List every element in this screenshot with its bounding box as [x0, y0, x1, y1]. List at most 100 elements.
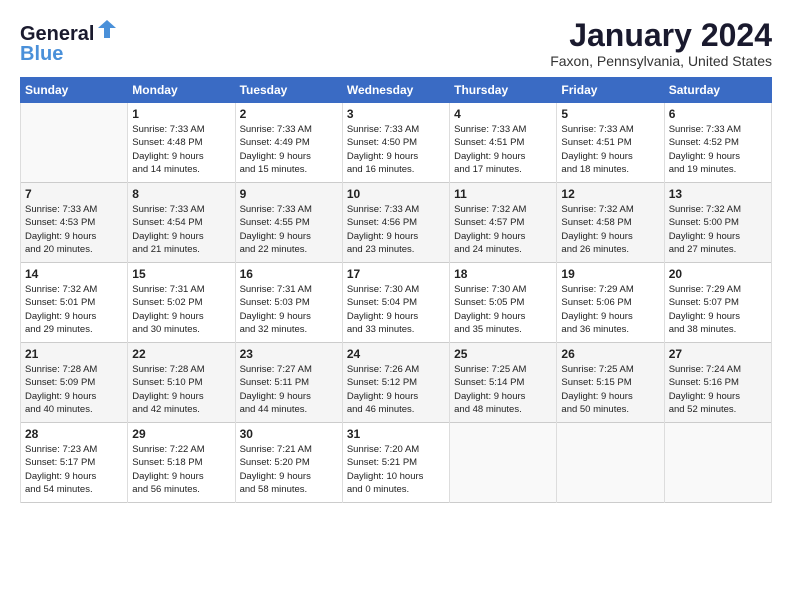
day-info: Sunrise: 7:32 AMSunset: 5:01 PMDaylight:… — [25, 283, 123, 336]
day-number: 12 — [561, 187, 659, 201]
calendar-cell: 17 Sunrise: 7:30 AMSunset: 5:04 PMDayligh… — [342, 263, 449, 343]
day-number: 15 — [132, 267, 230, 281]
day-info: Sunrise: 7:29 AMSunset: 5:06 PMDaylight:… — [561, 283, 659, 336]
day-number: 13 — [669, 187, 767, 201]
calendar-cell: 14 Sunrise: 7:32 AMSunset: 5:01 PMDayligh… — [21, 263, 128, 343]
day-number: 29 — [132, 427, 230, 441]
day-info: Sunrise: 7:28 AMSunset: 5:10 PMDaylight:… — [132, 363, 230, 416]
calendar-header-row: Sunday Monday Tuesday Wednesday Thursday… — [21, 78, 772, 103]
day-number: 19 — [561, 267, 659, 281]
day-number: 30 — [240, 427, 338, 441]
day-info: Sunrise: 7:23 AMSunset: 5:17 PMDaylight:… — [25, 443, 123, 496]
calendar-cell — [557, 423, 664, 503]
day-info: Sunrise: 7:31 AMSunset: 5:02 PMDaylight:… — [132, 283, 230, 336]
calendar-cell: 22 Sunrise: 7:28 AMSunset: 5:10 PMDayligh… — [128, 343, 235, 423]
logo: General Blue — [20, 18, 118, 64]
header-tuesday: Tuesday — [235, 78, 342, 103]
day-info: Sunrise: 7:31 AMSunset: 5:03 PMDaylight:… — [240, 283, 338, 336]
day-number: 2 — [240, 107, 338, 121]
title-block: January 2024 Faxon, Pennsylvania, United… — [550, 18, 772, 69]
day-info: Sunrise: 7:32 AMSunset: 4:58 PMDaylight:… — [561, 203, 659, 256]
day-number: 26 — [561, 347, 659, 361]
header-sunday: Sunday — [21, 78, 128, 103]
day-number: 5 — [561, 107, 659, 121]
calendar-week-row: 21 Sunrise: 7:28 AMSunset: 5:09 PMDayligh… — [21, 343, 772, 423]
calendar-cell: 5 Sunrise: 7:33 AMSunset: 4:51 PMDaylight… — [557, 103, 664, 183]
header: General Blue January 2024 Faxon, Pennsyl… — [20, 18, 772, 69]
day-number: 10 — [347, 187, 445, 201]
calendar-cell — [21, 103, 128, 183]
calendar-cell: 30 Sunrise: 7:21 AMSunset: 5:20 PMDayligh… — [235, 423, 342, 503]
day-number: 4 — [454, 107, 552, 121]
day-number: 22 — [132, 347, 230, 361]
calendar-cell: 6 Sunrise: 7:33 AMSunset: 4:52 PMDaylight… — [664, 103, 771, 183]
day-info: Sunrise: 7:33 AMSunset: 4:54 PMDaylight:… — [132, 203, 230, 256]
day-info: Sunrise: 7:33 AMSunset: 4:52 PMDaylight:… — [669, 123, 767, 176]
calendar-cell: 2Sunrise: 7:33 AMSunset: 4:49 PMDaylight… — [235, 103, 342, 183]
calendar-cell: 26Sunrise: 7:25 AMSunset: 5:15 PMDayligh… — [557, 343, 664, 423]
day-info: Sunrise: 7:30 AMSunset: 5:05 PMDaylight:… — [454, 283, 552, 336]
calendar-cell: 24Sunrise: 7:26 AMSunset: 5:12 PMDayligh… — [342, 343, 449, 423]
calendar-cell: 19 Sunrise: 7:29 AMSunset: 5:06 PMDayligh… — [557, 263, 664, 343]
day-number: 20 — [669, 267, 767, 281]
calendar-cell: 31 Sunrise: 7:20 AMSunset: 5:21 PMDayligh… — [342, 423, 449, 503]
day-info: Sunrise: 7:24 AMSunset: 5:16 PMDaylight:… — [669, 363, 767, 416]
day-info: Sunrise: 7:33 AMSunset: 4:51 PMDaylight:… — [561, 123, 659, 176]
day-number: 9 — [240, 187, 338, 201]
calendar-cell: 11 Sunrise: 7:32 AMSunset: 4:57 PMDayligh… — [450, 183, 557, 263]
day-info: Sunrise: 7:21 AMSunset: 5:20 PMDaylight:… — [240, 443, 338, 496]
day-info: Sunrise: 7:33 AMSunset: 4:48 PMDaylight:… — [132, 123, 230, 176]
day-number: 17 — [347, 267, 445, 281]
day-number: 8 — [132, 187, 230, 201]
day-number: 27 — [669, 347, 767, 361]
header-saturday: Saturday — [664, 78, 771, 103]
day-info: Sunrise: 7:28 AMSunset: 5:09 PMDaylight:… — [25, 363, 123, 416]
calendar-cell: 20Sunrise: 7:29 AMSunset: 5:07 PMDayligh… — [664, 263, 771, 343]
calendar-cell: 25 Sunrise: 7:25 AMSunset: 5:14 PMDayligh… — [450, 343, 557, 423]
month-title: January 2024 — [550, 18, 772, 53]
calendar-cell: 18 Sunrise: 7:30 AMSunset: 5:05 PMDayligh… — [450, 263, 557, 343]
calendar-cell: 21 Sunrise: 7:28 AMSunset: 5:09 PMDayligh… — [21, 343, 128, 423]
page: General Blue January 2024 Faxon, Pennsyl… — [0, 0, 792, 612]
day-info: Sunrise: 7:25 AMSunset: 5:14 PMDaylight:… — [454, 363, 552, 416]
calendar-cell: 4Sunrise: 7:33 AMSunset: 4:51 PMDaylight… — [450, 103, 557, 183]
calendar-week-row: 14 Sunrise: 7:32 AMSunset: 5:01 PMDayligh… — [21, 263, 772, 343]
calendar-cell: 10 Sunrise: 7:33 AMSunset: 4:56 PMDayligh… — [342, 183, 449, 263]
calendar-cell: 1Sunrise: 7:33 AMSunset: 4:48 PMDaylight… — [128, 103, 235, 183]
day-number: 25 — [454, 347, 552, 361]
calendar-cell: 13Sunrise: 7:32 AMSunset: 5:00 PMDayligh… — [664, 183, 771, 263]
calendar-cell: 27 Sunrise: 7:24 AMSunset: 5:16 PMDayligh… — [664, 343, 771, 423]
day-number: 28 — [25, 427, 123, 441]
day-info: Sunrise: 7:33 AMSunset: 4:55 PMDaylight:… — [240, 203, 338, 256]
day-number: 18 — [454, 267, 552, 281]
day-info: Sunrise: 7:30 AMSunset: 5:04 PMDaylight:… — [347, 283, 445, 336]
calendar-table: Sunday Monday Tuesday Wednesday Thursday… — [20, 77, 772, 503]
day-number: 24 — [347, 347, 445, 361]
day-number: 7 — [25, 187, 123, 201]
logo-blue: Blue — [20, 44, 63, 64]
day-number: 31 — [347, 427, 445, 441]
day-number: 16 — [240, 267, 338, 281]
day-info: Sunrise: 7:32 AMSunset: 4:57 PMDaylight:… — [454, 203, 552, 256]
calendar-cell: 12 Sunrise: 7:32 AMSunset: 4:58 PMDayligh… — [557, 183, 664, 263]
day-info: Sunrise: 7:33 AMSunset: 4:50 PMDaylight:… — [347, 123, 445, 176]
location-subtitle: Faxon, Pennsylvania, United States — [550, 53, 772, 69]
header-thursday: Thursday — [450, 78, 557, 103]
calendar-cell: 23Sunrise: 7:27 AMSunset: 5:11 PMDayligh… — [235, 343, 342, 423]
calendar-cell: 8 Sunrise: 7:33 AMSunset: 4:54 PMDaylight… — [128, 183, 235, 263]
day-info: Sunrise: 7:22 AMSunset: 5:18 PMDaylight:… — [132, 443, 230, 496]
day-info: Sunrise: 7:33 AMSunset: 4:56 PMDaylight:… — [347, 203, 445, 256]
logo-general: General — [20, 23, 94, 45]
day-info: Sunrise: 7:20 AMSunset: 5:21 PMDaylight:… — [347, 443, 445, 496]
calendar-week-row: 1Sunrise: 7:33 AMSunset: 4:48 PMDaylight… — [21, 103, 772, 183]
day-info: Sunrise: 7:27 AMSunset: 5:11 PMDaylight:… — [240, 363, 338, 416]
calendar-cell: 28 Sunrise: 7:23 AMSunset: 5:17 PMDayligh… — [21, 423, 128, 503]
calendar-cell: 15 Sunrise: 7:31 AMSunset: 5:02 PMDayligh… — [128, 263, 235, 343]
logo-bird-icon — [96, 18, 118, 40]
day-number: 21 — [25, 347, 123, 361]
day-number: 6 — [669, 107, 767, 121]
header-friday: Friday — [557, 78, 664, 103]
calendar-cell: 7Sunrise: 7:33 AMSunset: 4:53 PMDaylight… — [21, 183, 128, 263]
day-number: 14 — [25, 267, 123, 281]
day-number: 11 — [454, 187, 552, 201]
